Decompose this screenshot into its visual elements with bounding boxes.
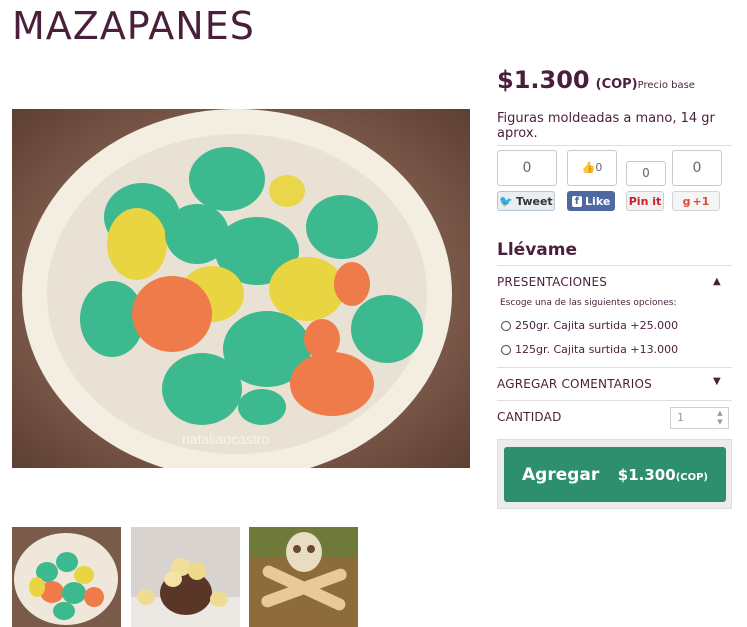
gplus-icon: g [682,194,691,208]
thumbnail-3[interactable] [249,527,358,627]
add-to-cart-box: Agregar $1.300(COP) [497,439,732,509]
section-heading: Llévame [497,240,577,260]
price-note: Precio base [637,80,695,91]
product-main-image[interactable]: nataliaocastro [12,109,470,468]
chevron-up-icon[interactable]: ▲ [713,276,721,287]
divider [497,400,732,401]
facebook-like-button[interactable]: f Like [567,191,615,211]
svg-text:nataliaocastro: nataliaocastro [182,431,269,447]
tweet-count: 0 [497,150,557,186]
option-250gr[interactable]: 250gr. Cajita surtida +25.000 [501,319,678,332]
like-count-box: 👍0 [567,150,617,186]
divider [497,145,732,146]
product-price: $1.300 [497,66,590,94]
quantity-label: CANTIDAD [497,410,562,424]
currency-label: (COP) [595,77,638,92]
chevron-down-icon[interactable]: ▼ [713,376,721,387]
radio-button[interactable] [501,320,511,331]
cart-price: $1.300(COP) [617,466,708,484]
tweet-button[interactable]: 🐦 Tweet [497,191,555,211]
thumbs-up-icon: 👍 [581,161,596,174]
product-title: MAZAPANES [12,4,255,48]
add-to-cart-button[interactable]: Agregar $1.300(COP) [504,447,726,502]
option-125gr[interactable]: 125gr. Cajita surtida +13.000 [501,343,678,356]
thumbnail-2[interactable] [131,527,240,627]
divider [497,265,732,266]
presentations-toggle[interactable]: PRESENTACIONES [497,275,607,289]
divider [497,367,732,368]
radio-button[interactable] [501,344,511,355]
thumbnail-1[interactable] [12,527,121,627]
pinit-button[interactable]: Pin it [626,191,664,211]
price-block: $1.300 (COP) Precio base [497,66,695,94]
stepper-arrows-icon[interactable]: ▲ ▼ [714,409,726,427]
facebook-icon: f [571,195,583,207]
pinit-count: 0 [626,161,666,186]
gplus-count: 0 [672,150,722,186]
options-hint: Escoge una de las siguientes opciones: [500,298,677,308]
product-description: Figuras moldeadas a mano, 14 gr aprox. [497,111,715,141]
twitter-icon: 🐦 [499,194,514,208]
comments-toggle[interactable]: AGREGAR COMENTARIOS [497,377,652,391]
quantity-stepper[interactable]: 1 ▲ ▼ [670,407,729,429]
gplus-button[interactable]: g 0 +1 [672,191,720,211]
